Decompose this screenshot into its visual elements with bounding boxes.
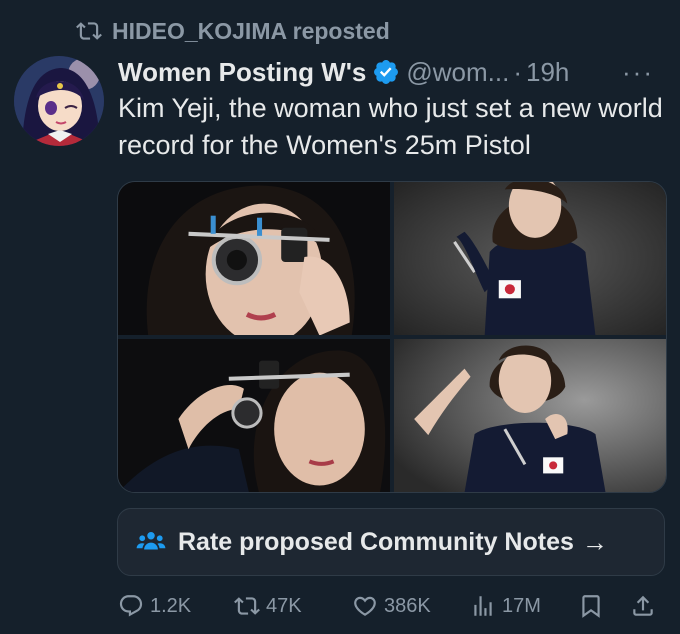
like-count: 386K — [384, 594, 431, 617]
action-bar: 1.2K 47K 386K 17M — [118, 588, 666, 624]
photo-adjusting-glasses[interactable] — [118, 339, 390, 492]
display-name[interactable]: Women Posting W's — [118, 57, 366, 88]
repost-button[interactable]: 47K — [234, 593, 352, 619]
more-dots-icon[interactable]: ··· — [622, 57, 666, 88]
tweet-header: Women Posting W's @wom... · 19h ··· — [118, 52, 666, 92]
bookmark-button[interactable] — [578, 593, 630, 619]
repost-icon — [76, 22, 102, 40]
verified-badge-icon[interactable] — [372, 58, 400, 86]
views-count: 17M — [502, 594, 541, 617]
views-bar-chart-icon — [474, 596, 492, 616]
media-grid — [117, 181, 667, 493]
community-notes-label: Rate proposed Community Notes — [178, 527, 574, 556]
reply-button[interactable]: 1.2K — [118, 593, 234, 619]
people-icon — [136, 532, 166, 550]
author-handle[interactable]: @wom... — [406, 57, 509, 88]
photo-standing-jersey[interactable] — [394, 182, 666, 335]
share-button[interactable] — [630, 593, 656, 619]
share-icon — [633, 595, 653, 616]
arrow-right-icon: → — [581, 526, 608, 557]
avatar[interactable] — [14, 56, 104, 146]
views-button[interactable]: 17M — [470, 593, 578, 619]
repost-indicator[interactable]: HIDEO_KOJIMA reposted — [76, 14, 390, 48]
tweet-text: Kim Yeji, the woman who just set a new w… — [118, 93, 663, 160]
community-notes-button[interactable]: Rate proposed Community Notes → — [117, 508, 665, 576]
heart-icon — [354, 596, 376, 616]
avatar-illustration — [14, 56, 104, 146]
reply-icon — [119, 595, 143, 617]
separator-dot: · — [513, 56, 523, 87]
reply-count: 1.2K — [150, 594, 192, 617]
repost-icon — [234, 597, 260, 615]
bookmark-icon — [582, 595, 600, 618]
photo-shooting-glasses-closeup[interactable] — [118, 182, 390, 335]
photo-finger-gun-pose[interactable] — [394, 339, 666, 492]
repost-count: 47K — [266, 594, 302, 617]
repost-text[interactable]: HIDEO_KOJIMA reposted — [112, 18, 390, 45]
like-button[interactable]: 386K — [352, 593, 470, 619]
post-time[interactable]: 19h — [526, 57, 569, 88]
